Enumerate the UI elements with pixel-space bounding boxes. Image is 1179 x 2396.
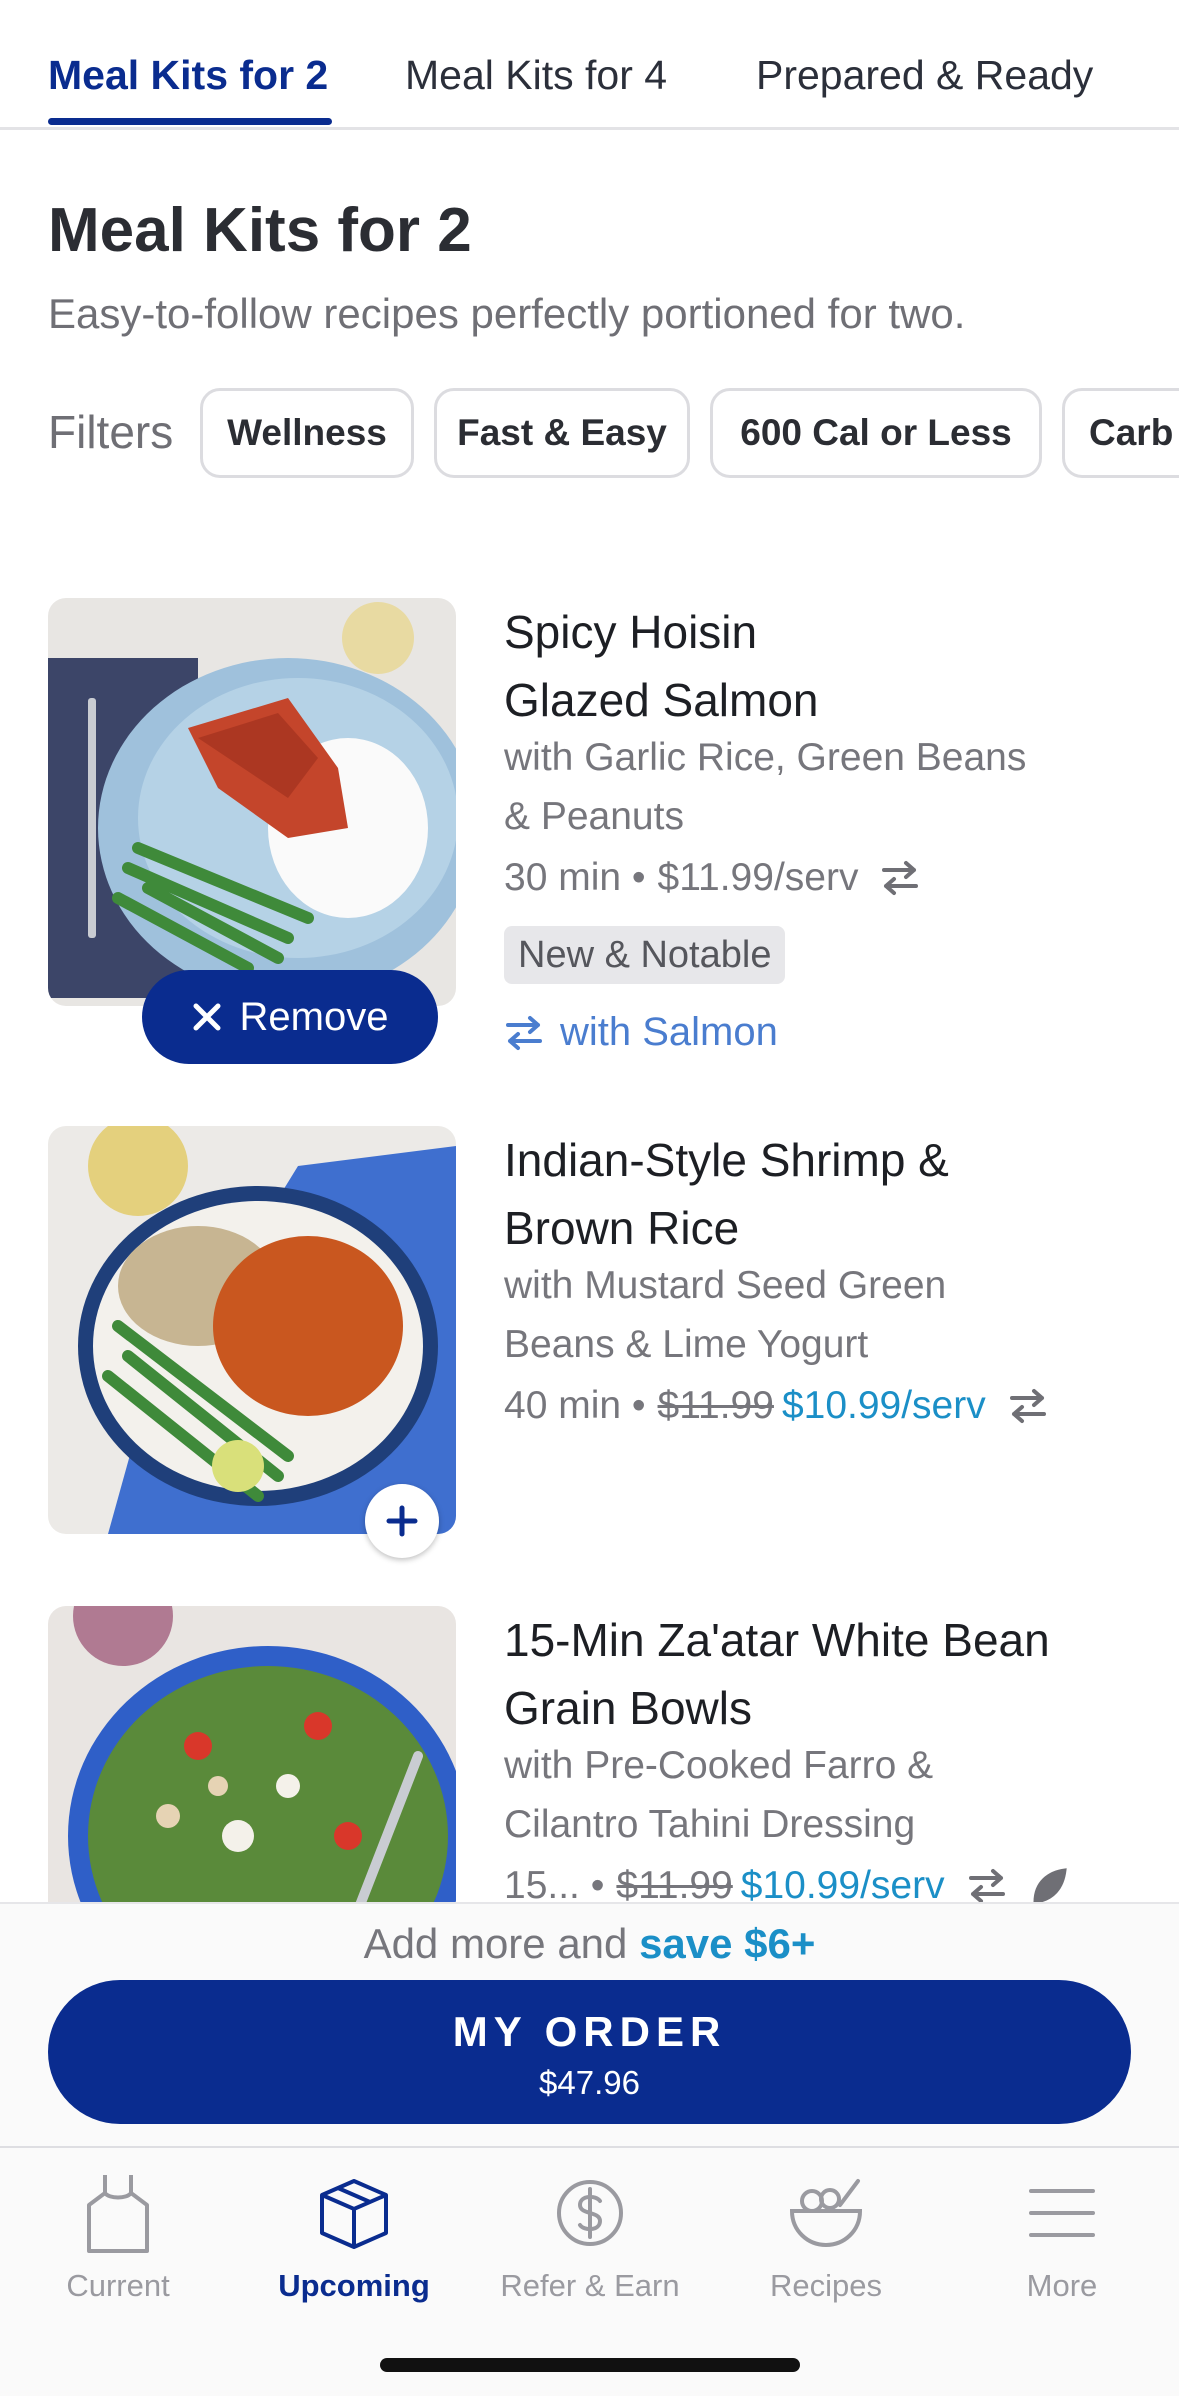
remove-label: Remove [239, 994, 389, 1039]
nav-more[interactable]: More [944, 2168, 1179, 2308]
recipe-image-salmon[interactable] [48, 598, 456, 1006]
recipe-title: Indian-Style Shrimp & Brown Rice [504, 1126, 1144, 1262]
box-icon [236, 2168, 472, 2258]
page-subtitle: Easy-to-follow recipes perfectly portion… [48, 290, 966, 337]
recipe-meta: 40 min • $11.99 $10.99/serv [504, 1384, 1048, 1428]
recipe-subtitle-line1: with Garlic Rice, Green Beans [504, 736, 1027, 779]
recipe-subtitle: with Garlic Rice, Green Beans & Peanuts [504, 728, 1124, 846]
recipe-title-line1: Spicy Hoisin [504, 606, 758, 658]
filters-row: Filters Wellness Fast & Easy 600 Cal or … [0, 385, 1179, 481]
recipe-image-shrimp[interactable] [48, 1126, 456, 1534]
my-order-button[interactable]: MY ORDER $47.96 [48, 1980, 1131, 2124]
recipe-sale-price: $10.99/serv [781, 1384, 986, 1427]
tab-prepared-and-ready[interactable]: Prepared & Ready [756, 52, 1093, 99]
my-order-label: MY ORDER [452, 2008, 727, 2055]
recipe-card[interactable]: 15-Min Za'atar White Bean Grain Bowls wi… [0, 1606, 1179, 1902]
order-bar: Add more and save $6+ MY ORDER $47.96 [0, 1902, 1179, 2146]
nav-recipes[interactable]: Recipes [708, 2168, 944, 2308]
tab-meal-kits-for-2[interactable]: Meal Kits for 2 [48, 52, 328, 99]
swap-icon [506, 1015, 542, 1050]
recipe-subtitle: with Mustard Seed Green Beans & Lime Yog… [504, 1256, 1124, 1374]
dollar-circle-icon [472, 2168, 708, 2258]
recipe-original-price: $11.99 [657, 1384, 774, 1427]
swap-protein-link[interactable]: with Salmon [504, 1010, 778, 1055]
nav-label-refer-earn: Refer & Earn [500, 2268, 680, 2303]
nav-current[interactable]: Current [0, 2168, 236, 2308]
nav-label-current: Current [66, 2268, 170, 2303]
filter-chip-fast-easy[interactable]: Fast & Easy [434, 388, 690, 478]
add-recipe-button[interactable] [365, 1484, 439, 1558]
leaf-icon [1033, 1868, 1067, 1902]
home-indicator[interactable] [380, 2358, 800, 2372]
nav-label-recipes: Recipes [770, 2268, 882, 2303]
nav-label-more: More [1026, 2268, 1098, 2303]
recipe-time: 40 min • [504, 1384, 646, 1427]
recipe-price: $11.99/serv [657, 856, 859, 899]
close-icon [193, 1003, 221, 1031]
recipe-original-price: $11.99 [616, 1864, 733, 1902]
order-total: $47.96 [539, 2064, 640, 2101]
promo-accent: save $6+ [639, 1920, 816, 1967]
recipe-subtitle-line2: Cilantro Tahini Dressing [504, 1803, 916, 1846]
recipe-subtitle: with Pre-Cooked Farro & Cilantro Tahini … [504, 1736, 1124, 1854]
recipe-title-line2: Brown Rice [504, 1202, 740, 1254]
recipe-card[interactable]: Remove Spicy Hoisin Glazed Salmon with G… [0, 598, 1179, 1098]
promo-text: Add more and [363, 1920, 640, 1967]
filter-chip-wellness[interactable]: Wellness [200, 388, 414, 478]
recipe-title-line1: Indian-Style Shrimp & [504, 1134, 949, 1186]
top-tab-bar: Meal Kits for 2 Meal Kits for 4 Prepared… [0, 0, 1179, 130]
bowl-icon [708, 2168, 944, 2258]
swap-icon[interactable] [880, 860, 920, 896]
apron-icon [0, 2168, 236, 2258]
swap-icon[interactable] [1008, 1388, 1048, 1424]
nav-refer-earn[interactable]: Refer & Earn [472, 2168, 708, 2308]
savings-promo: Add more and save $6+ [0, 1920, 1179, 1968]
recipe-title: 15-Min Za'atar White Bean Grain Bowls [504, 1606, 1144, 1742]
plus-icon [386, 1505, 418, 1537]
recipe-subtitle-line2: & Peanuts [504, 795, 684, 838]
recipe-title: Spicy Hoisin Glazed Salmon [504, 598, 1144, 734]
recipe-sale-price: $10.99/serv [740, 1864, 945, 1902]
swap-icon[interactable] [967, 1868, 1007, 1902]
recipe-subtitle-line1: with Mustard Seed Green [504, 1264, 947, 1307]
remove-button[interactable]: Remove [142, 970, 438, 1064]
recipe-time: 15... • [504, 1864, 605, 1902]
recipe-list: Remove Spicy Hoisin Glazed Salmon with G… [0, 520, 1179, 1902]
recipe-meta: 30 min • $11.99/serv [504, 856, 920, 900]
recipe-card[interactable]: Indian-Style Shrimp & Brown Rice with Mu… [0, 1126, 1179, 1546]
nav-upcoming[interactable]: Upcoming [236, 2168, 472, 2308]
recipe-title-line2: Grain Bowls [504, 1682, 752, 1734]
menu-icon [944, 2168, 1179, 2258]
recipe-subtitle-line1: with Pre-Cooked Farro & [504, 1744, 934, 1787]
filter-chip-600-cal[interactable]: 600 Cal or Less [710, 388, 1042, 478]
swap-link-label: with Salmon [560, 1010, 778, 1054]
filter-chip-carb[interactable]: Carb [1062, 388, 1179, 478]
nav-label-upcoming: Upcoming [278, 2268, 430, 2303]
tab-meal-kits-for-4[interactable]: Meal Kits for 4 [405, 52, 667, 99]
recipe-meta: 15... • $11.99 $10.99/serv [504, 1864, 1069, 1902]
recipe-image-grain-bowl[interactable] [48, 1606, 456, 1902]
page-title: Meal Kits for 2 [48, 196, 472, 265]
recipe-title-line2: Glazed Salmon [504, 674, 819, 726]
recipe-subtitle-line2: Beans & Lime Yogurt [504, 1323, 869, 1366]
new-notable-badge: New & Notable [504, 926, 786, 984]
recipe-time: 30 min • [504, 856, 646, 899]
active-tab-indicator [48, 118, 332, 125]
recipe-title-line1: 15-Min Za'atar White Bean [504, 1614, 1050, 1666]
filters-label: Filters [48, 406, 174, 458]
